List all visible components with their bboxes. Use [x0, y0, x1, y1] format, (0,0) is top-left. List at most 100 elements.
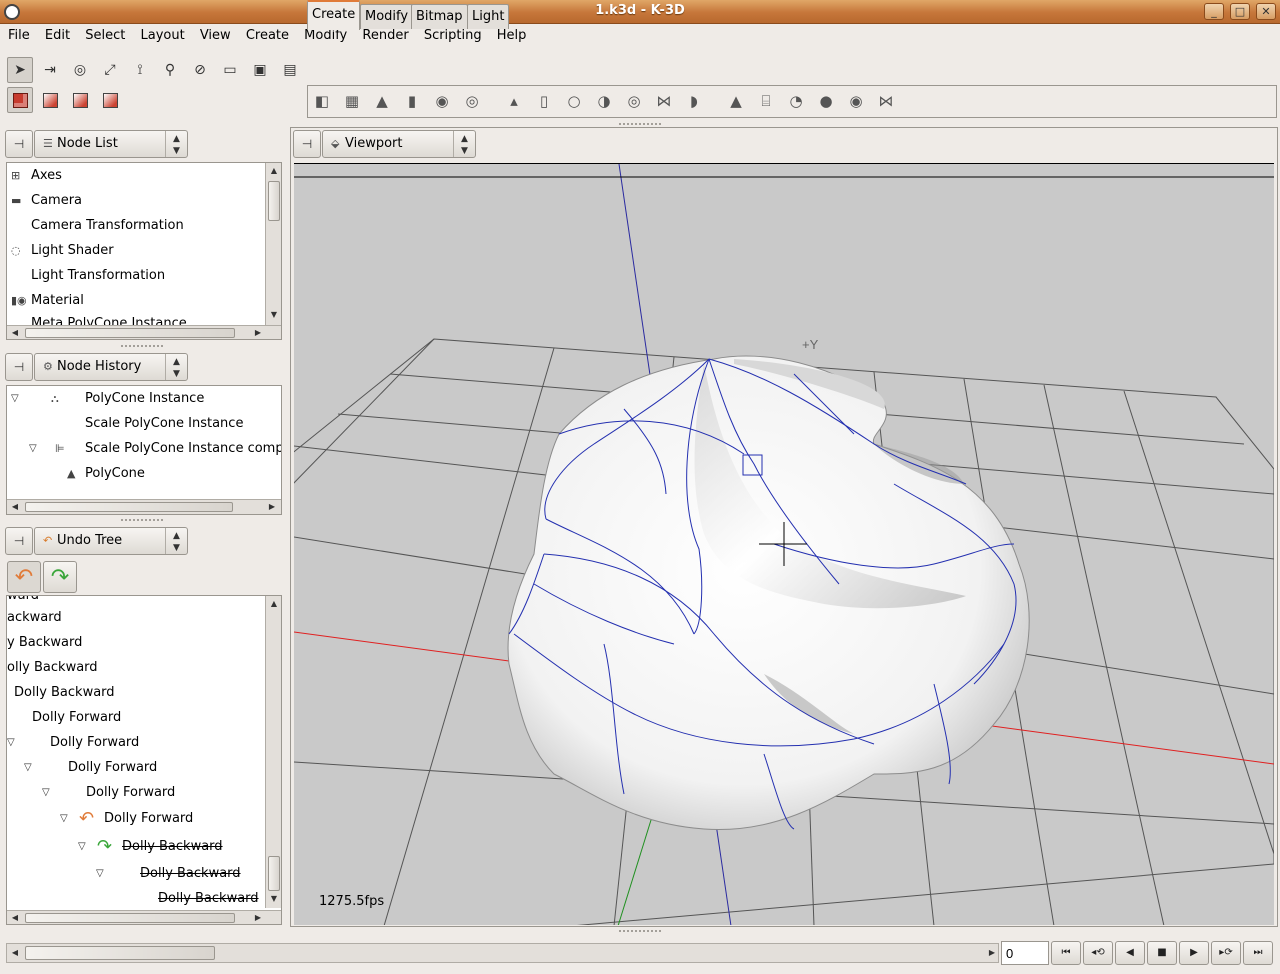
menu-create[interactable]: Create [246, 25, 289, 43]
tab-bitmap[interactable]: Bitmap [411, 4, 468, 29]
tree-row[interactable]: olly Backward [7, 655, 267, 680]
3d-viewport[interactable]: +Y [294, 163, 1274, 925]
nurbs-sphere-icon[interactable]: ● [816, 91, 836, 111]
horizontal-scrollbar[interactable]: ◀ ▶ [7, 325, 281, 339]
tab-modify[interactable]: Modify [360, 4, 414, 29]
list-item[interactable]: Light Transformation [11, 263, 261, 288]
horizontal-scrollbar[interactable]: ◀ ▶ [7, 499, 281, 514]
polycone-icon[interactable]: ▲ [372, 91, 392, 111]
scroll-left-icon[interactable]: ◀ [8, 326, 22, 339]
scroll-right-icon[interactable]: ▶ [265, 500, 279, 514]
viewport-canvas[interactable]: +Y [294, 164, 1274, 925]
timeline-right-icon[interactable]: ▶ [985, 946, 999, 960]
select-faces-icon[interactable] [97, 87, 123, 113]
tree-row[interactable]: ▽ Dolly Forward [7, 730, 267, 755]
play-reverse-loop-button[interactable]: ◂⟲ [1083, 941, 1113, 965]
tree-row[interactable]: Dolly Backward [14, 680, 274, 705]
scroll-thumb[interactable] [25, 502, 233, 512]
quadric-sphere-icon[interactable]: ○ [564, 91, 584, 111]
polytorus-icon[interactable]: ◎ [462, 91, 482, 111]
list-item[interactable]: ⊞ Axes [11, 163, 261, 188]
unparent-tool-icon[interactable]: ⊘ [187, 57, 213, 83]
render-animation-icon[interactable]: ▤ [277, 57, 303, 83]
list-item[interactable]: ▬ Camera [11, 188, 261, 213]
timeline-left-icon[interactable]: ◀ [8, 946, 22, 960]
tree-row[interactable]: ▽ ↶ Dolly Forward [7, 806, 267, 831]
select-points-icon[interactable] [37, 87, 63, 113]
scroll-thumb[interactable] [25, 913, 235, 923]
pin-icon[interactable]: ⊣ [293, 130, 321, 158]
quadric-paraboloid-icon[interactable]: ⋈ [654, 91, 674, 111]
list-item[interactable]: ◌ Light Shader [11, 238, 261, 263]
stop-button[interactable]: ■ [1147, 941, 1177, 965]
tree-row[interactable]: Scale PolyCone Instance [11, 411, 281, 436]
quadric-disk-icon[interactable]: ◗ [684, 91, 704, 111]
first-frame-button[interactable]: ⏮ [1051, 941, 1081, 965]
panel-type-combo[interactable]: ☰ Node List ▲ ▼ [34, 130, 188, 158]
scroll-left-icon[interactable]: ◀ [8, 911, 22, 924]
nurbs-hyperboloid-icon[interactable]: ⋈ [876, 91, 896, 111]
pin-icon[interactable]: ⊣ [5, 353, 33, 381]
rotate-tool-icon[interactable]: ◎ [67, 57, 93, 83]
select-nodes-icon[interactable] [7, 87, 33, 113]
pin-icon[interactable]: ⊣ [5, 527, 33, 555]
panel-type-combo[interactable]: ⚙ Node History ▲ ▼ [34, 353, 188, 381]
select-tool-icon[interactable]: ➤ [7, 57, 33, 83]
nurbs-curve-icon[interactable]: ◔ [786, 91, 806, 111]
horizontal-scrollbar[interactable]: ◀ ▶ [7, 910, 281, 924]
vertical-scrollbar[interactable]: ▲ ▼ [265, 163, 281, 325]
scale-tool-icon[interactable]: ⤢ [97, 57, 123, 83]
scroll-left-icon[interactable]: ◀ [8, 500, 22, 514]
list-item[interactable]: Meta PolyCone Instance [11, 313, 261, 325]
pane-grip[interactable] [618, 929, 662, 934]
pane-grip[interactable] [120, 518, 164, 523]
list-item[interactable]: ▮◉ Material [11, 288, 261, 313]
menu-view[interactable]: View [200, 25, 231, 43]
play-button[interactable]: ▶ [1179, 941, 1209, 965]
collapse-arrow-icon[interactable]: ▽ [78, 834, 86, 859]
timeline-thumb[interactable] [25, 946, 215, 960]
maximize-button[interactable]: □ [1230, 3, 1250, 20]
scroll-thumb[interactable] [268, 181, 280, 221]
polygrid-icon[interactable]: ▦ [342, 91, 362, 111]
list-item[interactable]: Camera Transformation [11, 213, 261, 238]
collapse-arrow-icon[interactable]: ▽ [42, 780, 50, 805]
polycylinder-icon[interactable]: ▮ [402, 91, 422, 111]
undo-button[interactable]: ↶ [7, 561, 41, 593]
scroll-down-icon[interactable]: ▼ [267, 892, 281, 906]
menu-layout[interactable]: Layout [140, 25, 184, 43]
render-frame-icon[interactable]: ▣ [247, 57, 273, 83]
tab-light[interactable]: Light [467, 4, 510, 29]
collapse-arrow-icon[interactable]: ▽ [60, 806, 68, 831]
select-lines-icon[interactable] [67, 87, 93, 113]
scroll-up-icon[interactable]: ▲ [267, 597, 281, 611]
timeline-slider[interactable]: ◀ ▶ [6, 943, 999, 963]
quadric-cone-icon[interactable]: ▴ [504, 91, 524, 111]
scroll-right-icon[interactable]: ▶ [251, 326, 265, 339]
tree-row[interactable]: ▽ Dolly Forward [7, 780, 267, 805]
quadric-hyperboloid-icon[interactable]: ◑ [594, 91, 614, 111]
collapse-arrow-icon[interactable]: ▽ [7, 730, 15, 755]
panel-type-combo[interactable]: ⬙ Viewport ▲ ▼ [322, 130, 476, 158]
tree-row[interactable]: ackward [7, 605, 267, 630]
pane-grip[interactable] [120, 344, 164, 349]
play-loop-button[interactable]: ▸⟳ [1211, 941, 1241, 965]
scroll-thumb[interactable] [25, 328, 235, 338]
render-preview-icon[interactable]: ▭ [217, 57, 243, 83]
move-tool-icon[interactable]: ⇥ [37, 57, 63, 83]
menu-select[interactable]: Select [85, 25, 125, 43]
tree-row[interactable]: ▲ PolyCone [11, 461, 281, 486]
panel-type-combo[interactable]: ↶ Undo Tree ▲ ▼ [34, 527, 188, 555]
tree-row[interactable]: ▽ ⊫ Scale PolyCone Instance comp [11, 436, 281, 461]
nurbs-torus-icon[interactable]: ◉ [846, 91, 866, 111]
collapse-arrow-icon[interactable]: ▽ [24, 755, 32, 780]
minimize-button[interactable]: _ [1204, 3, 1224, 20]
tree-row[interactable]: ▽ ↷ Dolly Backward [7, 834, 267, 859]
vertical-scrollbar[interactable]: ▲ ▼ [265, 596, 281, 908]
scroll-up-icon[interactable]: ▲ [267, 164, 281, 178]
snap-tool-icon[interactable]: ⟟ [127, 57, 153, 83]
tab-create[interactable]: Create [307, 0, 361, 30]
parent-tool-icon[interactable]: ⚲ [157, 57, 183, 83]
nurbs-cylinder-icon[interactable]: ⌸ [756, 91, 776, 111]
close-button[interactable]: ✕ [1256, 3, 1276, 20]
